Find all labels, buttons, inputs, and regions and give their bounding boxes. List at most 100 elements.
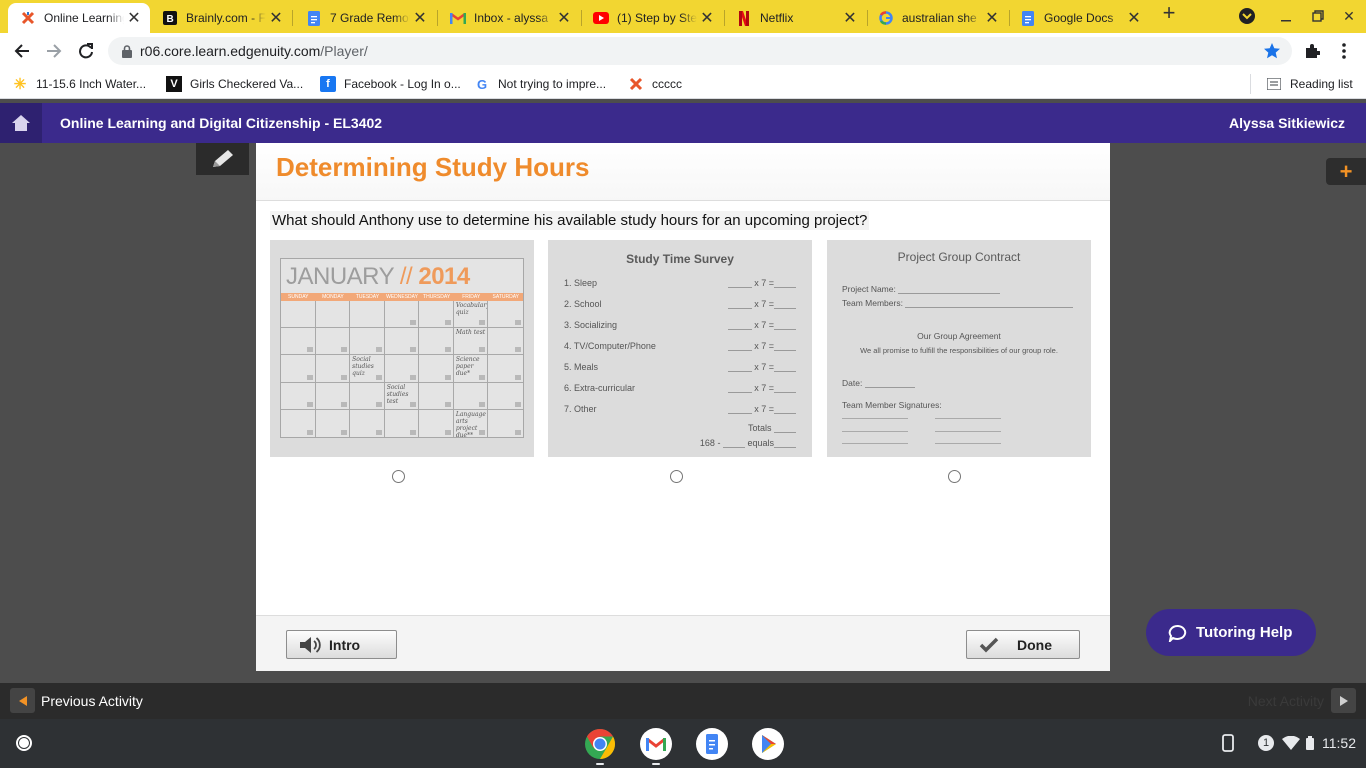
previous-activity-link[interactable]: Previous Activity [41, 693, 143, 709]
answer-option-calendar[interactable]: JANUARY // 2014 SUNDAY MONDAY TUESDAY WE… [270, 240, 534, 457]
back-button[interactable] [10, 39, 34, 63]
tab-netflix[interactable]: Netflix ✕ [724, 3, 866, 33]
bookmark-item[interactable]: V Girls Checkered Va... [166, 75, 303, 93]
close-tab-icon[interactable]: ✕ [410, 8, 430, 28]
blank-line [774, 447, 796, 448]
restore-button[interactable] [1307, 6, 1329, 26]
calendar-day-cell: Vocabulary quiz [453, 301, 489, 329]
browser-menu-icon[interactable] [1332, 39, 1356, 63]
bookmark-star-icon[interactable] [1260, 39, 1284, 63]
activity-title-bar: Determining Study Hours [256, 143, 1110, 201]
tab-brainly[interactable]: B Brainly.com - F ✕ [150, 3, 292, 33]
done-label: Done [1017, 636, 1052, 653]
signature-line [935, 431, 1001, 432]
answer-radio-group-contract[interactable] [948, 470, 961, 483]
next-activity-arrow[interactable] [1331, 688, 1356, 713]
new-tab-button[interactable]: + [1158, 0, 1180, 25]
gmail-app-icon[interactable] [640, 728, 672, 760]
tab-gmail-inbox[interactable]: Inbox - alyssa ✕ [438, 3, 580, 33]
tab-search-button[interactable] [1236, 6, 1258, 26]
blank-line [727, 350, 752, 351]
intro-button[interactable]: Intro [286, 630, 397, 659]
answer-option-study-survey[interactable]: Study Time Survey 1. Sleep x 7 = 2. Scho… [548, 240, 812, 457]
answer-radio-calendar[interactable] [392, 470, 405, 483]
next-activity-link[interactable]: Next Activity [1248, 693, 1324, 709]
tab-youtube[interactable]: (1) Step by Ste ✕ [581, 3, 723, 33]
notes-pencil-button[interactable] [196, 143, 249, 175]
close-window-button[interactable]: ✕ [1338, 6, 1360, 26]
tab-title: 7 Grade Remot [330, 11, 410, 25]
forward-button[interactable] [42, 39, 66, 63]
calendar-image: JANUARY // 2014 SUNDAY MONDAY TUESDAY WE… [280, 258, 524, 438]
bookmark-item[interactable]: ✳ 11-15.6 Inch Water... [12, 75, 146, 93]
user-name[interactable]: Alyssa Sitkiewicz [1229, 115, 1345, 131]
weekday-label: WEDNESDAY [386, 294, 418, 300]
calendar-date-marker [479, 347, 486, 353]
calendar-date-marker [515, 320, 521, 326]
notification-badge[interactable]: 1 [1258, 735, 1274, 751]
tab-online-learning[interactable]: Online Learning ✕ [8, 3, 150, 33]
survey-equals-row: 168 - equals [564, 438, 796, 450]
close-tab-icon[interactable]: ✕ [697, 8, 717, 28]
tab-7-grade-remote[interactable]: 7 Grade Remot ✕ [294, 3, 436, 33]
extensions-puzzle-icon[interactable] [1300, 39, 1324, 63]
minimize-button[interactable] [1275, 6, 1297, 26]
close-tab-icon[interactable]: ✕ [554, 8, 574, 28]
survey-multiplier: x 7 = [754, 341, 774, 351]
survey-multiplier: x 7 = [754, 404, 774, 414]
expand-tools-button[interactable]: + [1326, 158, 1366, 185]
tab-title: Google Docs [1044, 11, 1114, 25]
course-header: Online Learning and Digital Citizenship … [0, 103, 1366, 143]
previous-activity-arrow[interactable] [10, 688, 35, 713]
tab-title: Brainly.com - F [186, 11, 266, 25]
reload-button[interactable] [74, 39, 98, 63]
survey-row: 4. TV/Computer/Phone x 7 = [564, 341, 796, 353]
intro-label: Intro [329, 636, 361, 653]
close-tab-icon[interactable]: ✕ [982, 8, 1002, 28]
lock-icon[interactable] [122, 44, 132, 58]
course-title: Online Learning and Digital Citizenship … [60, 115, 383, 131]
calendar-day-cell [488, 410, 523, 437]
activity-card: Determining Study Hours What should Anth… [256, 143, 1110, 671]
close-tab-icon[interactable]: ✕ [266, 8, 286, 28]
bookmark-item[interactable]: f Facebook - Log In o... [320, 75, 461, 93]
chrome-app-icon[interactable] [584, 728, 616, 760]
calendar-date-marker [479, 401, 486, 407]
done-button[interactable]: Done [966, 630, 1080, 659]
calendar-day-cell: Math test [453, 328, 489, 356]
browser-toolbar: r06.core.learn.edgenuity.com/Player/ [0, 33, 1366, 69]
reading-list-label: Reading list [1290, 77, 1353, 91]
weekday-label: SUNDAY [288, 294, 309, 300]
blank-line [774, 350, 796, 351]
tab-google-search[interactable]: australian she ✕ [866, 3, 1008, 33]
reading-list-button[interactable]: Reading list [1266, 75, 1353, 93]
activity-title: Determining Study Hours [276, 152, 590, 182]
close-tab-icon[interactable]: ✕ [1124, 8, 1144, 28]
address-bar[interactable]: r06.core.learn.edgenuity.com/Player/ [108, 37, 1292, 65]
calendar-note: Math test [455, 329, 486, 337]
system-tray[interactable]: 1 11:52 [1222, 727, 1356, 759]
google-docs-favicon [306, 10, 322, 26]
bookmark-item[interactable]: ccccc [628, 75, 682, 93]
close-tab-icon[interactable]: ✕ [124, 8, 144, 28]
calendar-note: Social studies test [386, 383, 409, 405]
bookmark-label: Not trying to impre... [498, 77, 607, 91]
answer-option-group-contract[interactable]: Project Group Contract Project Name: Tea… [827, 240, 1091, 457]
home-button[interactable] [0, 103, 42, 143]
tutoring-help-button[interactable]: Tutoring Help [1146, 609, 1316, 656]
answer-radio-study-survey[interactable] [670, 470, 683, 483]
edgenuity-favicon [20, 10, 36, 26]
play-store-app-icon[interactable] [752, 728, 784, 760]
tab-google-docs[interactable]: Google Docs ✕ [1008, 3, 1150, 33]
calendar-grid: Vocabulary quiz Math test Social studies q… [281, 301, 523, 437]
launcher-button[interactable] [12, 731, 36, 755]
google-docs-app-icon[interactable] [696, 728, 728, 760]
bookmark-item[interactable]: G Not trying to impre... [474, 75, 606, 93]
close-tab-icon[interactable]: ✕ [840, 8, 860, 28]
calendar-day-cell [315, 301, 351, 329]
phone-hub-icon[interactable] [1222, 734, 1234, 752]
calendar-date-marker [515, 401, 521, 407]
signature-line [935, 443, 1001, 444]
chat-bubble-icon [1168, 624, 1188, 642]
calendar-day-cell [419, 355, 454, 383]
